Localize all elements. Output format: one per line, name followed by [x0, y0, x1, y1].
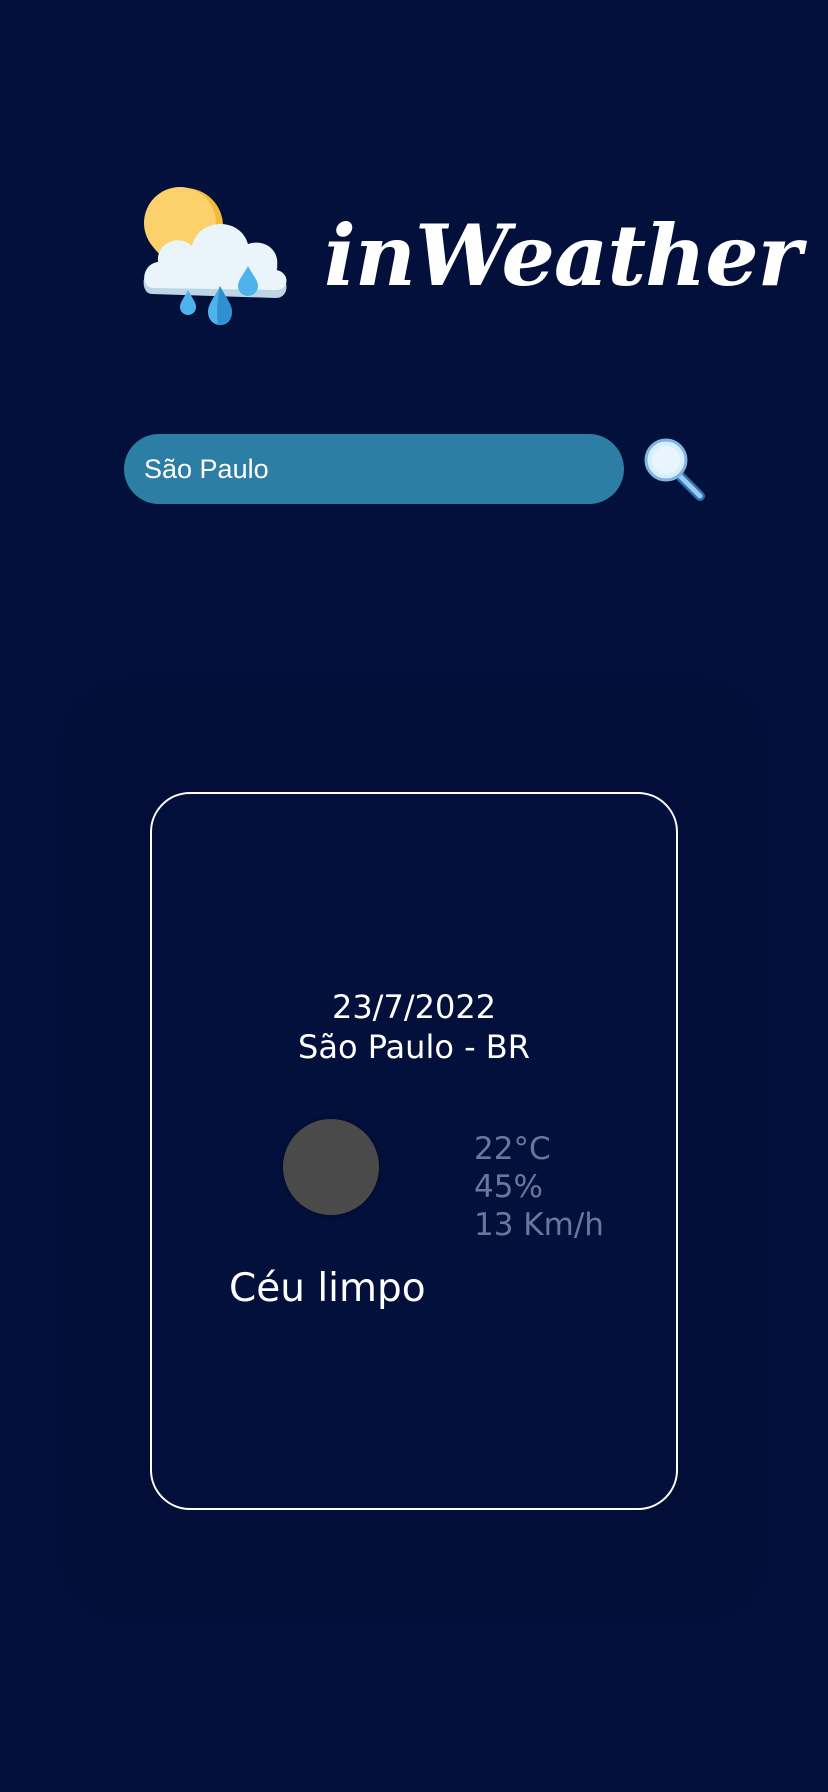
humidity-value: 45%	[474, 1169, 543, 1205]
weather-description: Céu limpo	[229, 1266, 426, 1311]
search-bar	[124, 434, 624, 504]
weather-stats: 22°C 45% 13 Km/h	[474, 1130, 604, 1244]
weather-date: 23/7/2022	[331, 988, 497, 1026]
search-input[interactable]	[124, 434, 624, 504]
weather-location: São Paulo - BR	[298, 1028, 530, 1066]
app-header: inWeather	[140, 186, 802, 342]
app-title: inWeather	[324, 206, 802, 305]
cloud-sun-rain-icon	[143, 187, 287, 325]
magnifier-icon[interactable]	[642, 436, 706, 502]
weather-card: 23/7/2022 São Paulo - BR 22°C 45% 13 Km/…	[150, 792, 678, 1510]
weather-condition-icon	[283, 1119, 379, 1215]
wind-value: 13 Km/h	[474, 1207, 604, 1243]
temperature-value: 22°C	[474, 1131, 551, 1167]
